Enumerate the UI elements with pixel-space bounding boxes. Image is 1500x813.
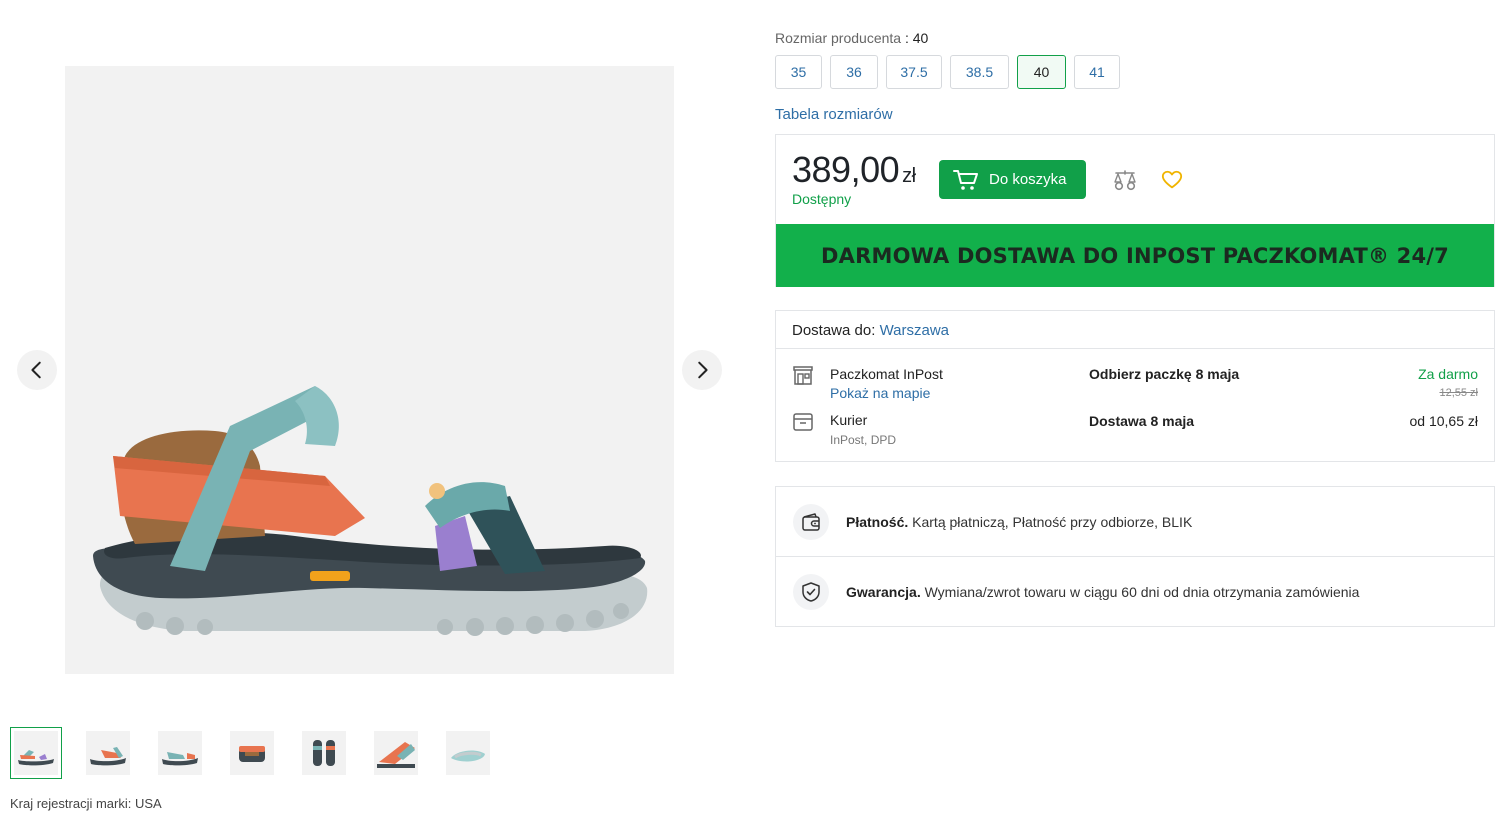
warranty-details: Wymiana/zwrot towaru w ciągu 60 dni od d… — [920, 584, 1360, 600]
thumbnail-7[interactable] — [442, 727, 494, 779]
payment-info: Płatność. Kartą płatniczą, Płatność przy… — [776, 487, 1494, 557]
delivery-option-date: Odbierz paczkę 8 maja — [1089, 366, 1240, 382]
delivery-option-old-price: 12,55 zł — [1439, 387, 1478, 399]
thumbnail-3[interactable] — [154, 727, 206, 779]
buy-box: 389,00 zł Dostępny Do koszyka DARMOWA DOS… — [775, 134, 1495, 287]
delivery-city-link[interactable]: Warszawa — [880, 322, 949, 339]
warranty-text: Gwarancja. Wymiana/zwrot towaru w ciągu … — [846, 584, 1359, 600]
gallery-next-button[interactable] — [682, 350, 722, 390]
selected-size-value: 40 — [912, 30, 929, 46]
thumbnail-4[interactable] — [226, 727, 278, 779]
size-option[interactable]: 41 — [1074, 55, 1120, 89]
price-currency: zł — [902, 165, 916, 187]
delivery-option-courier: Kurier InPost, DPD Dostawa 8 maja od 10,… — [776, 409, 1494, 455]
size-option-selected[interactable]: 40 — [1017, 55, 1066, 89]
size-option[interactable]: 36 — [830, 55, 878, 89]
size-option[interactable]: 35 — [775, 55, 822, 89]
delivery-option-date: Dostawa 8 maja — [1089, 413, 1195, 429]
thumbnail-1[interactable] — [10, 727, 62, 779]
delivery-header-label: Dostawa do: — [792, 322, 876, 339]
warranty-info: Gwarancja. Wymiana/zwrot towaru w ciągu … — [776, 557, 1494, 627]
payment-title: Płatność. — [846, 513, 909, 530]
size-option[interactable]: 37.5 — [886, 55, 942, 89]
compare-icon[interactable] — [1113, 169, 1137, 191]
cart-icon — [953, 169, 978, 190]
brand-country: Kraj rejestracji marki: USA — [10, 796, 162, 811]
chevron-right-icon — [698, 361, 708, 379]
main-product-image[interactable] — [65, 66, 674, 674]
delivery-box: Dostawa do: Warszawa Paczkomat InPost Po… — [775, 310, 1495, 462]
thumbnail-2[interactable] — [82, 727, 134, 779]
delivery-option-price: od 10,65 zł — [1409, 413, 1479, 429]
delivery-option-carriers: InPost, DPD — [830, 433, 897, 447]
product-gallery: Kraj rejestracji marki: USA — [0, 0, 740, 813]
thumbnail-strip — [10, 727, 514, 779]
shield-check-icon — [793, 574, 829, 610]
size-chart-link[interactable]: Tabela rozmiarów — [775, 106, 893, 123]
wallet-icon — [793, 503, 829, 540]
parcel-locker-icon — [793, 366, 813, 385]
warranty-title: Gwarancja. — [846, 584, 921, 600]
delivery-option-parcel-locker: Paczkomat InPost Pokaż na mapie Odbierz … — [776, 361, 1494, 409]
heart-icon[interactable] — [1161, 169, 1183, 191]
add-to-cart-label: Do koszyka — [989, 171, 1067, 188]
thumbnail-6[interactable] — [370, 727, 422, 779]
price-value: 389,00 — [792, 149, 900, 190]
payment-text: Płatność. Kartą płatniczą, Płatność przy… — [846, 514, 1192, 530]
size-label-text: Rozmiar producenta — [775, 30, 902, 46]
size-options: 35 36 37.5 38.5 40 41 — [775, 55, 1128, 89]
chevron-left-icon — [31, 361, 41, 379]
delivery-header: Dostawa do: Warszawa — [776, 311, 1494, 349]
size-label: Rozmiar producenta : 40 — [775, 30, 928, 46]
delivery-option-name: Paczkomat InPost — [830, 366, 943, 382]
delivery-option-name: Kurier — [830, 412, 868, 428]
size-option[interactable]: 38.5 — [950, 55, 1009, 89]
info-box: Płatność. Kartą płatniczą, Płatność przy… — [775, 486, 1495, 627]
courier-box-icon — [793, 413, 813, 431]
availability-status: Dostępny — [792, 191, 852, 207]
sandal-illustration — [93, 386, 648, 636]
thumbnail-5[interactable] — [298, 727, 350, 779]
delivery-option-price: Za darmo — [1418, 366, 1478, 382]
show-on-map-link[interactable]: Pokaż na mapie — [830, 385, 930, 401]
free-delivery-banner[interactable]: DARMOWA DOSTAWA DO INPOST PACZKOMAT® 24/… — [776, 224, 1494, 287]
size-separator: : — [901, 30, 913, 46]
gallery-prev-button[interactable] — [17, 350, 57, 390]
price: 389,00 zł — [792, 149, 916, 191]
add-to-cart-button[interactable]: Do koszyka — [939, 160, 1086, 199]
payment-methods: Kartą płatniczą, Płatność przy odbiorze,… — [908, 513, 1193, 530]
